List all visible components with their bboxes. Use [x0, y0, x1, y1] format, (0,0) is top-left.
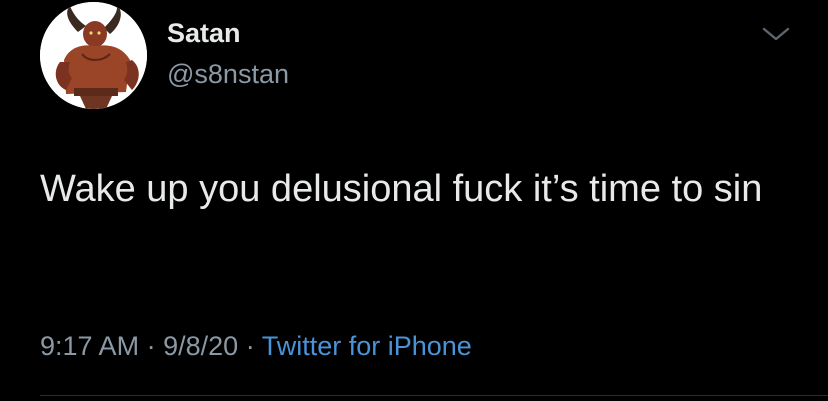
tweet: Satan @s8nstan Wake up you delusional fu… — [0, 0, 828, 401]
tweet-menu-button[interactable] — [758, 20, 794, 48]
tweet-time[interactable]: 9:17 AM — [40, 331, 139, 361]
tweet-meta: 9:17 AM · 9/8/20 · Twitter for iPhone — [40, 331, 472, 362]
chevron-down-icon — [762, 27, 790, 41]
handle[interactable]: @s8nstan — [167, 59, 289, 90]
divider — [40, 395, 828, 396]
horned-demon-avatar-icon — [40, 2, 147, 109]
display-name[interactable]: Satan — [167, 18, 241, 49]
tweet-source-link[interactable]: Twitter for iPhone — [262, 331, 472, 361]
meta-separator: · — [245, 331, 255, 361]
avatar[interactable] — [40, 2, 147, 109]
meta-separator: · — [146, 331, 156, 361]
tweet-text: Wake up you delusional fuck it’s time to… — [40, 168, 763, 210]
tweet-date[interactable]: 9/8/20 — [163, 331, 238, 361]
